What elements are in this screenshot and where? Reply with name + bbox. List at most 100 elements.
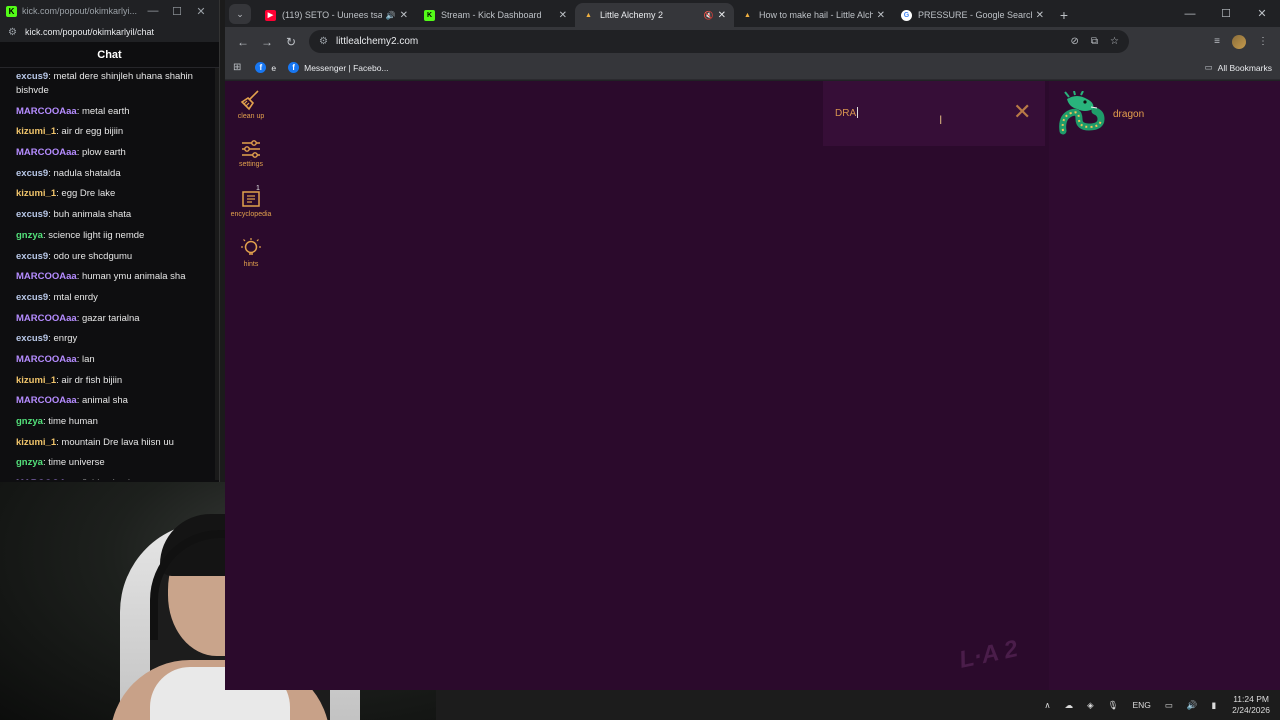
element-dragon[interactable]: dragon — [1057, 91, 1144, 137]
menu-icon[interactable]: ⋮ — [1258, 36, 1268, 47]
show-hidden-icons-icon[interactable]: ∧ — [1044, 700, 1050, 711]
clock[interactable]: 11:24 PM 2/24/2026 — [1232, 694, 1270, 716]
google-icon: G — [901, 9, 912, 21]
microphone-icon[interactable]: 🎙 — [1108, 700, 1119, 711]
chat-username[interactable]: excus9 — [16, 292, 48, 303]
chat-username[interactable]: MARCOOAaa — [16, 313, 77, 324]
close-icon[interactable]: ✕ — [1244, 7, 1280, 20]
chat-message-text: : mtal enrdy — [48, 291, 98, 303]
chat-username[interactable]: kizumi_1 — [16, 188, 56, 199]
bookmark-messenger[interactable]: f Messenger | Facebo... — [288, 62, 389, 73]
chat-message: kizumi_1: air dr egg bijiin — [16, 125, 209, 139]
chat-message: kizumi_1: egg Dre lake — [16, 187, 209, 201]
chat-window-title: kick.com/popout/okimkarlyi... — [22, 6, 138, 16]
chat-username[interactable]: MARCOOAaa — [16, 478, 77, 480]
back-icon[interactable]: ← — [231, 35, 255, 49]
facebook-icon: f — [255, 62, 267, 73]
close-icon[interactable]: ✕ — [189, 5, 213, 18]
browser-tab[interactable]: K Stream - Kick Dashboard ✕ — [416, 3, 575, 27]
media-controls-icon[interactable]: ≡ — [1214, 36, 1220, 47]
volume-icon[interactable]: 🔊 — [1187, 700, 1198, 711]
chat-scrollbar[interactable] — [215, 68, 219, 480]
minimize-icon[interactable]: — — [1172, 8, 1208, 20]
close-tab-icon[interactable]: ✕ — [559, 10, 567, 21]
site-info-icon[interactable]: ⚙ — [319, 36, 328, 47]
chat-username[interactable]: excus9 — [16, 168, 48, 179]
chat-message: kizumi_1: mountain Dre lava hiisn uu — [16, 436, 209, 450]
dragon-icon — [1059, 91, 1105, 135]
tab-strip: ▶ (119) SETO - Uunees tsaash 🔊 ✕ K Stream - K… — [257, 3, 1052, 27]
browser-tab[interactable]: ▲ Little Alchemy 2 🔇 ✕ — [575, 3, 734, 27]
apps-grid-icon[interactable]: ⊞ — [233, 62, 241, 73]
battery-icon[interactable]: ▮ — [1211, 700, 1216, 711]
chat-username[interactable]: gnzya — [16, 416, 43, 427]
clock-date: 2/24/2026 — [1232, 705, 1270, 715]
chat-username[interactable]: excus9 — [16, 251, 48, 262]
chat-message-text: : buh animala shata — [48, 209, 132, 221]
element-search-bar[interactable]: DRA I ✕ — [823, 81, 1045, 146]
little-alchemy-game[interactable]: clean up settings 1 encyclopedia hints D… — [225, 81, 1280, 690]
chat-message: gnzya: time universe — [16, 456, 209, 470]
clean-up-button[interactable]: clean up — [225, 89, 277, 120]
maximize-icon[interactable]: ☐ — [165, 5, 189, 18]
profile-avatar[interactable] — [1232, 34, 1246, 49]
onedrive-icon[interactable]: ☁ — [1065, 700, 1074, 711]
close-tab-icon[interactable]: ✕ — [400, 10, 408, 21]
chat-url: kick.com/popout/okimkarlyil/chat — [24, 27, 155, 37]
chat-message-text: : odo ure shcdgumu — [48, 250, 133, 262]
language-indicator[interactable]: ENG — [1132, 700, 1150, 710]
search-input[interactable]: DRA — [835, 107, 859, 119]
install-app-icon[interactable]: ⧉ — [1091, 36, 1098, 47]
chat-username[interactable]: gnzya — [16, 230, 43, 241]
chat-message: gnzya: time human — [16, 415, 209, 429]
forward-icon[interactable]: → — [255, 35, 279, 49]
tab-muted-icon[interactable]: 🔇 — [704, 11, 714, 20]
tab-search-icon[interactable]: ⌄ — [229, 4, 251, 24]
chat-username[interactable]: MARCOOAaa — [16, 271, 77, 282]
sliders-icon — [242, 140, 260, 158]
chat-username[interactable]: excus9 — [16, 209, 48, 220]
site-info-icon[interactable]: ⚙ — [8, 27, 17, 38]
chat-username[interactable]: MARCOOAaa — [16, 395, 77, 406]
new-tab-button[interactable]: + — [1052, 7, 1076, 23]
clear-search-icon[interactable]: ✕ — [1013, 101, 1031, 123]
tab-audio-icon[interactable]: 🔊 — [386, 11, 396, 20]
all-bookmarks[interactable]: ▭ All Bookmarks — [1205, 62, 1272, 73]
chat-username[interactable]: excus9 — [16, 333, 48, 344]
reload-icon[interactable]: ↻ — [279, 35, 303, 49]
close-tab-icon[interactable]: ✕ — [718, 10, 726, 21]
chat-username[interactable]: MARCOOAaa — [16, 354, 77, 365]
chat-username[interactable]: kizumi_1 — [16, 437, 56, 448]
browser-tab[interactable]: ▲ How to make hail - Little Alche ✕ — [734, 3, 893, 27]
defender-icon[interactable]: ◈ — [1087, 700, 1094, 711]
minimize-icon[interactable]: — — [141, 5, 165, 17]
chat-message: excus9: enrgy — [16, 332, 209, 346]
settings-button[interactable]: settings — [225, 139, 277, 168]
tab-bar: ⌄ ▶ (119) SETO - Uunees tsaash 🔊 ✕ K Stream -… — [225, 0, 1280, 27]
close-tab-icon[interactable]: ✕ — [1036, 10, 1044, 21]
close-tab-icon[interactable]: ✕ — [877, 10, 885, 21]
search-value: DRA — [835, 108, 857, 119]
chat-message: excus9: buh animala shata — [16, 208, 209, 222]
hints-button[interactable]: hints — [225, 237, 277, 268]
folder-icon: ▭ — [1204, 62, 1213, 72]
browser-tab[interactable]: G PRESSURE - Google Search ✕ — [893, 3, 1052, 27]
bookmark-star-icon[interactable]: ☆ — [1110, 36, 1119, 47]
chat-username[interactable]: kizumi_1 — [16, 126, 56, 137]
chat-username[interactable]: gnzya — [16, 457, 43, 468]
address-bar[interactable]: ⚙ littlealchemy2.com ⊘ ⧉ ☆ — [309, 30, 1129, 53]
eye-off-icon[interactable]: ⊘ — [1071, 36, 1079, 47]
chat-username[interactable]: MARCOOAaa — [16, 147, 77, 158]
chat-username[interactable]: MARCOOAaa — [16, 106, 77, 117]
clean-up-label: clean up — [237, 113, 265, 120]
browser-tab[interactable]: ▶ (119) SETO - Uunees tsaash 🔊 ✕ — [257, 3, 416, 27]
maximize-icon[interactable]: ☐ — [1208, 7, 1244, 20]
chat-message-text: : plow earth — [76, 147, 126, 159]
chat-username[interactable]: kizumi_1 — [16, 375, 56, 386]
display-icon[interactable]: ▭ — [1165, 700, 1173, 711]
elements-panel: dragon L·A 2 — [957, 81, 1280, 690]
chat-username[interactable]: excus9 — [16, 71, 48, 82]
tab-title: How to make hail - Little Alche — [759, 10, 873, 20]
bookmark-facebook[interactable]: f e — [255, 62, 276, 73]
encyclopedia-button[interactable]: 1 encyclopedia — [225, 185, 277, 218]
